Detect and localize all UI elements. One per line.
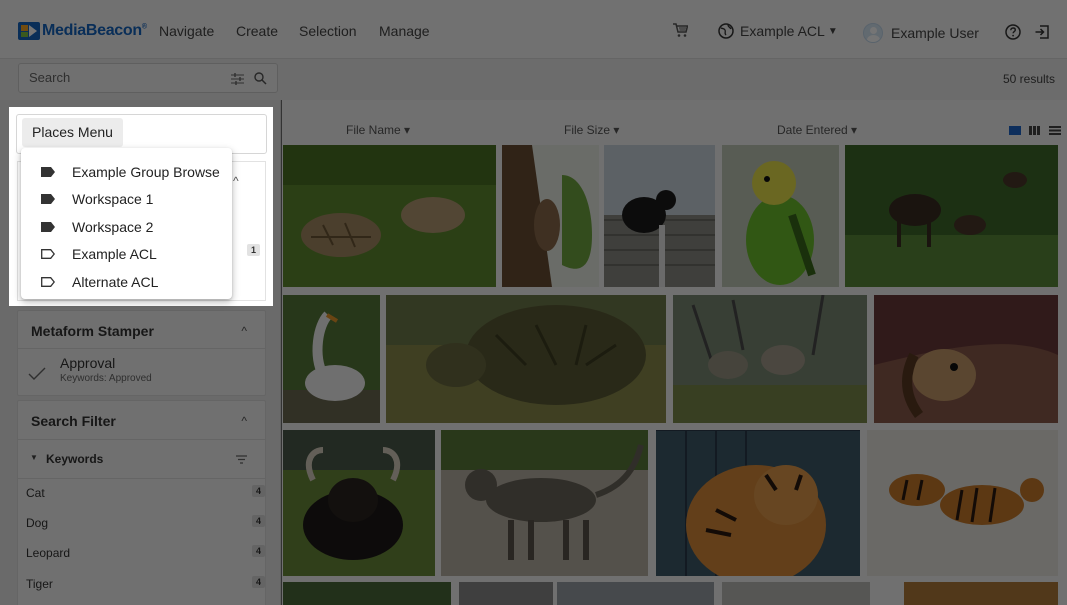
sort-file-name[interactable]: File Name ▾ [346, 123, 410, 137]
help-icon[interactable] [1005, 24, 1021, 40]
menu-item-example-acl[interactable]: Example ACL [21, 241, 232, 269]
menu-item-workspace-2[interactable]: Workspace 2 [21, 213, 232, 241]
thumbnail-dog-under-blanket[interactable] [874, 295, 1058, 423]
thumbnail-partial-1[interactable] [283, 582, 451, 605]
search-input[interactable] [29, 70, 219, 85]
thumbnail-moose-in-forest[interactable] [845, 145, 1058, 287]
count-badge: 1 [247, 244, 261, 256]
search-icon[interactable] [254, 72, 267, 90]
acl-dropdown[interactable]: Example ACL ▼ [718, 23, 838, 39]
metaform-stamper-panel: Metaform Stamper ^ Approval Keywords: Ap… [17, 310, 266, 396]
results-count: 50 results [1002, 72, 1055, 86]
menu-item-workspace-1[interactable]: Workspace 1 [21, 186, 232, 214]
nav-selection[interactable]: Selection [299, 23, 357, 39]
menu-item-label: Alternate ACL [72, 273, 159, 290]
thumbnail-green-parakeet[interactable] [722, 145, 839, 287]
sort-icon[interactable] [236, 455, 247, 464]
logo-text: MediaBeacon® [42, 22, 147, 39]
caret-down-icon: ▼ [827, 25, 838, 37]
asset-grid: File Name ▾ File Size ▾ Date Entered ▾ [282, 100, 1067, 605]
sort-date-entered[interactable]: Date Entered ▾ [777, 123, 857, 137]
thumbnail-tabby-cat-walking[interactable] [441, 430, 648, 576]
view-switcher [1001, 126, 1061, 135]
thumbnail-yak-lying-down[interactable] [283, 430, 435, 576]
globe-icon [718, 23, 734, 39]
cart-icon[interactable] [672, 23, 688, 38]
tag-outline-icon [41, 249, 55, 260]
places-menu-button[interactable]: Places Menu [22, 118, 123, 147]
menu-item-label: Workspace 2 [72, 218, 154, 235]
keyword-row-tiger[interactable]: Tiger 4 [0, 576, 265, 595]
user-label: Example User [891, 25, 979, 41]
keyword-label: Leopard [26, 546, 71, 560]
thumbnail-white-goose[interactable] [283, 295, 380, 423]
thumbnail-wolves-on-rocks[interactable] [673, 295, 867, 423]
caret-down-icon: ▼ [30, 453, 38, 462]
keywords-label: Keywords [46, 452, 104, 466]
search-field[interactable] [18, 63, 278, 93]
search-bar: 50 results [0, 58, 1067, 100]
keyword-row-dog[interactable]: Dog 4 [0, 515, 265, 534]
app-logo[interactable]: MediaBeacon® [18, 22, 147, 40]
user-menu[interactable]: Example User [863, 23, 979, 43]
approval-title: Approval [60, 355, 116, 371]
thumbnail-partial-2[interactable] [459, 582, 553, 605]
keyword-label: Tiger [26, 577, 53, 591]
keyword-count: 4 [251, 576, 265, 588]
keyword-label: Dog [26, 516, 49, 530]
keyword-label: Cat [26, 486, 45, 500]
logo-mark-icon [18, 22, 40, 40]
nav-navigate[interactable]: Navigate [159, 23, 214, 39]
logout-icon[interactable] [1034, 24, 1050, 40]
metaform-stamper-title: Metaform Stamper [31, 323, 154, 339]
approval-subtitle: Keywords: Approved [60, 373, 152, 384]
keyword-count: 4 [251, 545, 265, 557]
tag-filled-icon [41, 221, 55, 232]
top-bar: MediaBeacon® Navigate Create Selection M… [0, 0, 1067, 58]
list-view-icon[interactable] [1049, 126, 1061, 135]
thumbnail-partial-3[interactable] [557, 582, 714, 605]
tag-filled-icon [41, 166, 55, 177]
thumbnail-tortoises-on-grass[interactable] [283, 145, 496, 287]
menu-item-example-group-browse[interactable]: Example Group Browse [21, 158, 232, 186]
thumbnail-tigers-in-snow[interactable] [867, 430, 1058, 576]
chevron-up-icon: ^ [233, 174, 239, 188]
tag-outline-icon [41, 276, 55, 287]
chevron-up-icon[interactable]: ^ [241, 324, 247, 338]
chevron-up-icon[interactable]: ^ [241, 414, 247, 428]
acl-label: Example ACL [740, 23, 825, 39]
menu-item-label: Workspace 1 [72, 191, 154, 208]
avatar [863, 23, 883, 43]
menu-item-label: Example ACL [72, 246, 157, 263]
keyword-count: 4 [251, 485, 265, 497]
thumbnail-tiger-portrait[interactable] [656, 430, 860, 576]
places-dropdown-menu: Example Group Browse Workspace 1 Workspa… [21, 148, 232, 299]
small-grid-view-icon[interactable] [1029, 126, 1041, 135]
thumbnail-large-tortoise[interactable] [386, 295, 666, 423]
search-filter-title: Search Filter [31, 413, 116, 429]
sort-file-size[interactable]: File Size ▾ [564, 123, 619, 137]
keyword-row-cat[interactable]: Cat 4 [0, 485, 265, 504]
keyword-row-leopard[interactable]: Leopard 4 [0, 545, 265, 564]
check-icon [28, 367, 46, 380]
keywords-facet-header[interactable]: ▼ Keywords [18, 440, 265, 478]
tag-filled-icon [41, 194, 55, 205]
nav-create[interactable]: Create [236, 23, 278, 39]
menu-item-alternate-acl[interactable]: Alternate ACL [21, 268, 232, 296]
filter-settings-icon[interactable] [231, 72, 244, 90]
thumbnail-partial-5[interactable] [904, 582, 1058, 605]
thumbnail-black-cat-on-post[interactable] [604, 145, 715, 287]
thumbnail-squirrel-on-tree[interactable] [502, 145, 599, 287]
keyword-count: 4 [251, 515, 265, 527]
approval-stamp[interactable]: Approval Keywords: Approved [18, 349, 265, 395]
menu-item-label: Example Group Browse [72, 163, 220, 180]
thumbnail-partial-4[interactable] [722, 582, 870, 605]
nav-manage[interactable]: Manage [379, 23, 430, 39]
large-grid-view-icon[interactable] [1009, 126, 1021, 135]
